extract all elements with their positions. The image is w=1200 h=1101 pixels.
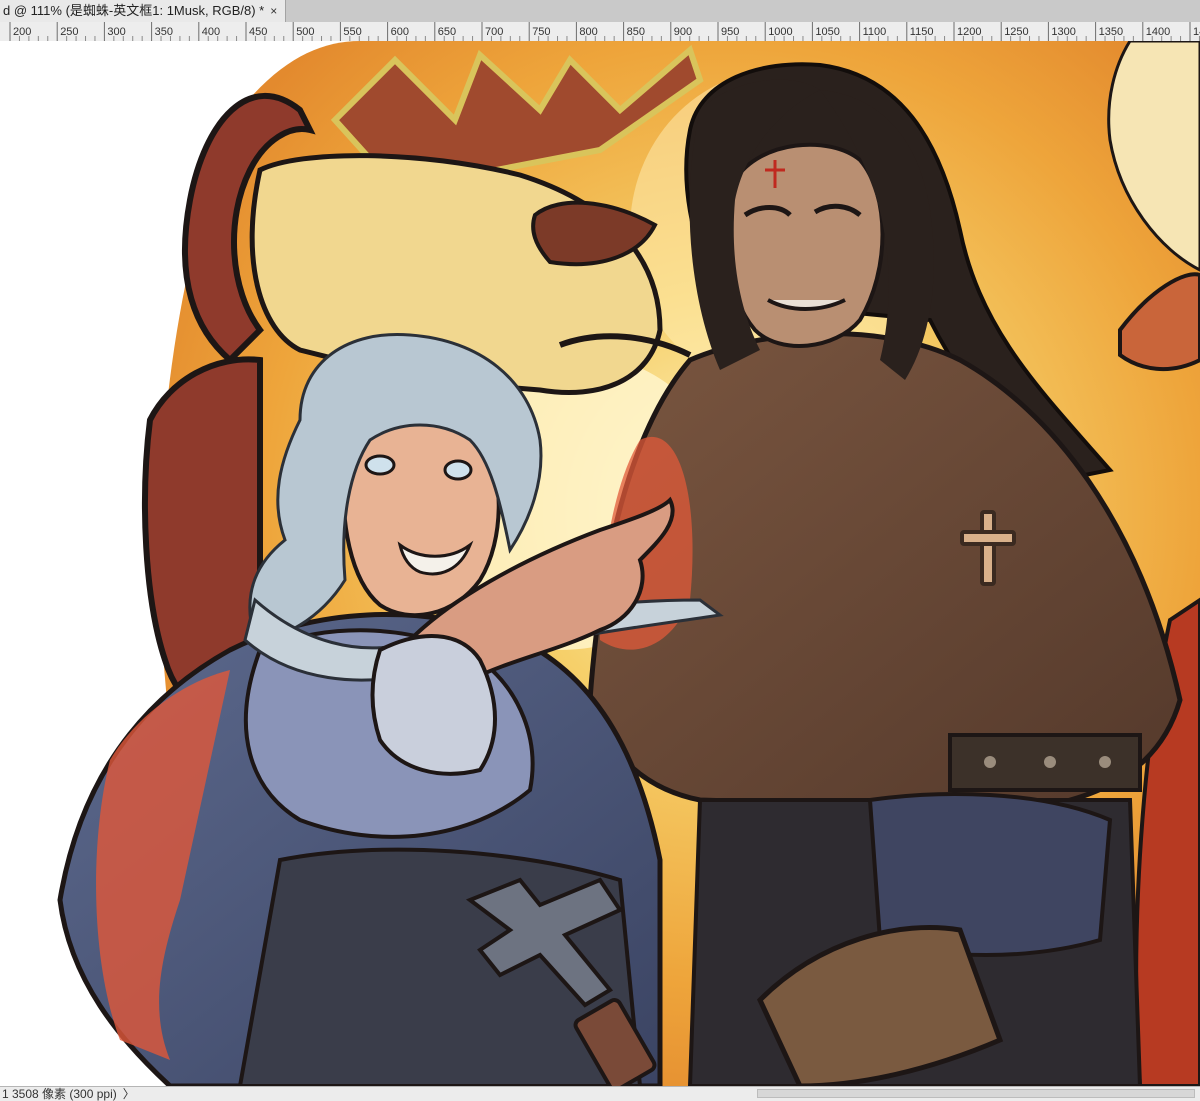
ruler-label: 1100	[863, 26, 887, 38]
document-info-text: 1 3508 像素 (300 ppi)	[2, 1087, 117, 1101]
ruler-label: 500	[296, 26, 314, 38]
ruler-label: 1150	[910, 26, 934, 38]
ruler-label: 450	[249, 26, 267, 38]
ruler-label: 1200	[957, 26, 981, 38]
document-tab-bar: d @ 111% (是蜘蛛-英文框1: 1Musk, RGB/8) * ×	[0, 0, 1200, 23]
youth-sleeve	[370, 634, 497, 776]
ruler-label: 1300	[1051, 26, 1075, 38]
horizontal-scrollbar[interactable]	[757, 1089, 1195, 1098]
close-icon[interactable]: ×	[270, 0, 277, 22]
document-info[interactable]: 1 3508 像素 (300 ppi) 〉	[2, 1087, 135, 1101]
ruler-label: 700	[485, 26, 503, 38]
ruler-label: 1050	[815, 26, 839, 38]
ruler-ticks: 200 250 300 350 400 450 500 550 600 650 700 750 800 8…	[9, 22, 1200, 41]
status-bar: 1 3508 像素 (300 ppi) 〉	[0, 1086, 1200, 1101]
artwork	[57, 41, 1200, 1086]
ruler-label: 1250	[1004, 26, 1028, 38]
ruler-label: 950	[721, 26, 739, 38]
ruler-label: 650	[438, 26, 456, 38]
ruler-label: 1000	[768, 26, 792, 38]
ruler-label: 900	[674, 26, 692, 38]
ruler-label: 300	[107, 26, 125, 38]
ruler-label: 350	[155, 26, 173, 38]
ruler-label: 1350	[1099, 26, 1123, 38]
ruler-label: 750	[532, 26, 550, 38]
document-tab-title: d @ 111% (是蜘蛛-英文框1: 1Musk, RGB/8) *	[3, 3, 265, 18]
horizontal-ruler[interactable]: 200 250 300 350 400 450 500 550 600 650 700 750 800 8…	[0, 22, 1200, 42]
youth-eye-left	[364, 454, 396, 476]
ruler-label: 600	[391, 26, 409, 38]
youth-eye-right	[443, 459, 473, 481]
ruler-label: 400	[202, 26, 220, 38]
ruler-label: 1450	[1193, 26, 1200, 38]
document-canvas[interactable]	[0, 41, 1200, 1086]
ruler-label: 200	[13, 26, 31, 38]
ruler-label: 850	[627, 26, 645, 38]
ruler-label: 800	[579, 26, 597, 38]
ruler-label: 550	[343, 26, 361, 38]
document-tab[interactable]: d @ 111% (是蜘蛛-英文框1: 1Musk, RGB/8) * ×	[0, 0, 286, 22]
ruler-label: 1400	[1146, 26, 1170, 38]
ruler-label: 250	[60, 26, 78, 38]
dark-man-face	[724, 142, 885, 348]
chevron-right-icon[interactable]: 〉	[123, 1087, 135, 1101]
